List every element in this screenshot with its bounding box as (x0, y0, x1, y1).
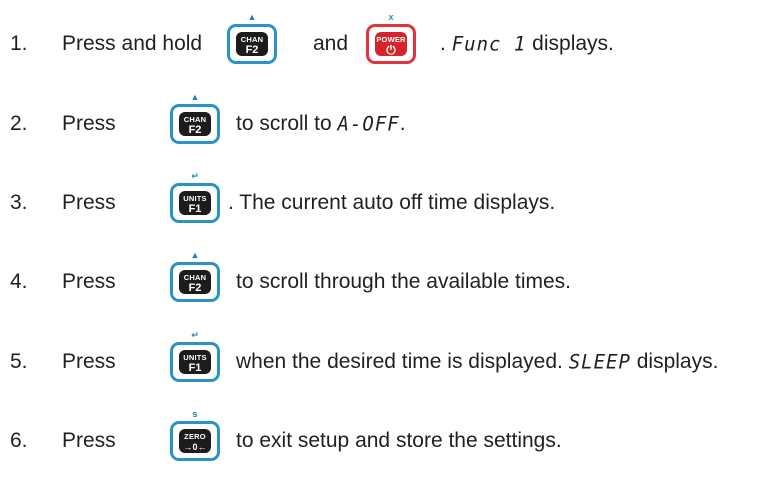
key-top-label: CHAN (183, 115, 207, 124)
step-text: . Func 1 displays. (440, 32, 614, 56)
step-instruction: Press (62, 350, 116, 373)
key-frame: CHAN F2 (227, 24, 277, 64)
instruction-text: when the desired time is displayed. (236, 350, 563, 373)
units-f1-key: ↵ UNITS F1 (170, 171, 220, 223)
key-bottom-label: F1 (188, 362, 202, 374)
power-key: x POWER ⏻ (366, 12, 416, 64)
up-triangle-icon: ▲ (247, 12, 257, 22)
key-cap: UNITS F1 (179, 350, 211, 374)
key-bottom-label: F1 (188, 203, 202, 215)
step-number: 4. (10, 270, 28, 293)
period: . (440, 32, 446, 55)
instruction-text: . The current auto off time displays. (228, 191, 556, 214)
key-cap: CHAN F2 (179, 112, 211, 136)
key-frame: ZERO →0← (170, 421, 220, 461)
step-number: 5. (10, 350, 28, 373)
key-top-label: ZERO (184, 432, 206, 441)
key-cap: ZERO →0← (179, 429, 211, 453)
key-bottom-label: F2 (188, 124, 202, 136)
step-instruction: Press (62, 270, 116, 293)
chan-f2-key: ▲ CHAN F2 (170, 92, 220, 144)
step-number: 2. (10, 112, 28, 135)
chan-f2-key: ▲ CHAN F2 (170, 250, 220, 302)
instruction-text: to exit setup and store the settings. (236, 429, 562, 452)
key-top-label: CHAN (240, 35, 264, 44)
display-readout: A-OFF (337, 112, 400, 136)
return-arrow-icon: ↵ (191, 330, 199, 340)
key-frame: CHAN F2 (170, 104, 220, 144)
key-cap: CHAN F2 (179, 270, 211, 294)
step-instruction: Press (62, 429, 116, 452)
key-frame: CHAN F2 (170, 262, 220, 302)
display-readout: Func 1 (451, 32, 527, 56)
s-icon: s (192, 409, 198, 419)
key-cap: CHAN F2 (236, 32, 268, 56)
displays-text: displays. (532, 32, 614, 55)
instruction-text: to scroll through the available times. (236, 270, 572, 293)
units-f1-key: ↵ UNITS F1 (170, 330, 220, 382)
step-text: to scroll to A-OFF. (236, 112, 406, 136)
step-number: 1. (10, 32, 28, 55)
step-instruction: Press (62, 112, 116, 135)
key-frame: POWER ⏻ (366, 24, 416, 64)
key-frame: UNITS F1 (170, 342, 220, 382)
return-arrow-icon: ↵ (191, 171, 199, 181)
display-readout: SLEEP (568, 350, 631, 374)
key-bottom-label: F2 (245, 44, 259, 56)
instruction-text: to scroll to (236, 112, 332, 135)
and-text: and (313, 32, 349, 55)
key-cap: POWER ⏻ (375, 32, 407, 56)
up-triangle-icon: ▲ (190, 92, 200, 102)
key-cap: UNITS F1 (179, 191, 211, 215)
step-number: 3. (10, 191, 28, 214)
step-number: 6. (10, 429, 28, 452)
displays-text: displays. (636, 350, 719, 373)
step-instruction: Press and hold (62, 32, 203, 55)
chan-f2-key: ▲ CHAN F2 (227, 12, 277, 64)
key-top-label: CHAN (183, 273, 207, 282)
key-bottom-label: F2 (188, 282, 202, 294)
up-triangle-icon: ▲ (190, 250, 200, 260)
key-top-label: UNITS (183, 194, 207, 203)
power-icon: ⏻ (386, 43, 396, 57)
x-icon: x (388, 12, 394, 22)
key-frame: UNITS F1 (170, 183, 220, 223)
step-instruction: Press (62, 191, 116, 214)
zero-arrows-icon: →0← (183, 442, 207, 452)
period: . (399, 112, 406, 135)
zero-key: s ZERO →0← (170, 409, 220, 461)
key-top-label: UNITS (183, 353, 207, 362)
step-text: when the desired time is displayed. SLEE… (236, 350, 718, 374)
